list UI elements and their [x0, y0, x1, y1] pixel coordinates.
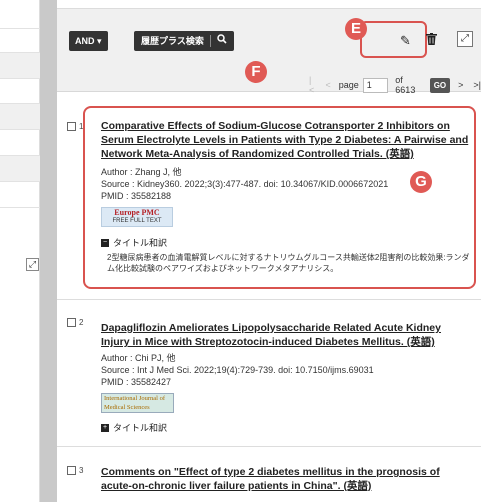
history-plus-search-button[interactable]: 履歴プラス検索	[134, 31, 234, 51]
expand-plus-icon: +	[101, 423, 109, 432]
first-page-button[interactable]: |<	[309, 75, 316, 95]
chevron-down-icon: ▾	[94, 36, 102, 46]
annotation-marker-e: E	[345, 18, 367, 40]
prev-page-button[interactable]: <	[325, 80, 330, 90]
pencil-icon[interactable]: ✎	[400, 33, 411, 49]
go-button[interactable]: GO	[429, 77, 451, 93]
results-toolbar: AND ▾ 履歴プラス検索 E ✎ ⤢ F |< < page 1 of 661…	[57, 0, 481, 95]
left-row	[0, 53, 40, 79]
ijms-fulltext-badge[interactable]: International Journal of Medical Science…	[101, 393, 174, 413]
translation-label: タイトル和訳	[113, 423, 168, 433]
panel-gutter	[40, 0, 57, 502]
result-checkbox[interactable]	[67, 122, 76, 131]
badge-title: Europe PMC	[114, 208, 160, 217]
and-operator-button[interactable]: AND ▾	[69, 31, 108, 51]
result-number: 3	[79, 466, 84, 475]
title-translation-text: 2型糖尿病患者の血清電解質レベルに対するナトリウムグルコース共輸送体2阻害剤の比…	[107, 253, 470, 273]
result-source: Source : Kidney360. 2022;3(3):477-487. d…	[101, 179, 389, 189]
left-row	[0, 156, 40, 182]
badge-subtitle: Medical Sciences	[104, 404, 150, 411]
result-source: Source : Int J Med Sci. 2022;19(4):729-7…	[101, 365, 374, 375]
result-pmid: PMID : 35582188	[101, 191, 172, 201]
result-divider	[57, 446, 481, 447]
title-translation-toggle[interactable]: + タイトル和訳	[101, 421, 167, 434]
result-number: 2	[79, 318, 84, 327]
badge-title: International Journal of	[104, 395, 166, 402]
results-panel: AND ▾ 履歴プラス検索 E ✎ ⤢ F |< < page 1 of 661…	[57, 0, 481, 502]
left-row	[0, 79, 40, 104]
result-number: 1	[79, 122, 84, 131]
search-icon	[217, 31, 227, 51]
left-row	[0, 29, 40, 53]
result-title-link[interactable]: Dapagliflozin Ameliorates Lipopolysaccha…	[101, 321, 471, 349]
page-label: page	[338, 80, 359, 90]
title-translation-toggle[interactable]: − タイトル和訳	[101, 236, 167, 249]
badge-subtitle: FREE FULL TEXT	[112, 218, 162, 224]
left-panel: ⤢	[0, 0, 40, 502]
result-author: Author : Zhang J, 他	[101, 167, 182, 177]
result-checkbox[interactable]	[67, 466, 76, 475]
result-title-link[interactable]: Comparative Effects of Sodium-Glucose Co…	[101, 119, 471, 161]
annotation-marker-g: G	[410, 171, 432, 193]
translation-label: タイトル和訳	[113, 238, 168, 248]
next-page-button[interactable]: >	[458, 80, 463, 90]
europe-pmc-badge[interactable]: Europe PMC FREE FULL TEXT	[101, 207, 173, 227]
expand-icon[interactable]: ⤢	[26, 258, 39, 271]
last-page-button[interactable]: >|	[473, 80, 481, 90]
edit-highlight-box	[360, 21, 427, 58]
and-label: AND	[75, 36, 95, 46]
annotation-marker-f: F	[245, 61, 267, 83]
trash-icon[interactable]	[426, 33, 437, 48]
left-row	[0, 130, 40, 156]
top-strip	[57, 0, 481, 9]
result-title-link[interactable]: Comments on "Effect of type 2 diabetes m…	[101, 465, 471, 493]
left-row	[0, 104, 40, 130]
page-number-input[interactable]: 1	[362, 77, 389, 93]
pagination: |< < page 1 of 6613 GO > >|	[309, 75, 481, 95]
divider	[209, 35, 211, 47]
result-pmid: PMID : 35582427	[101, 377, 172, 387]
result-checkbox[interactable]	[67, 318, 76, 327]
fullscreen-icon[interactable]: ⤢	[457, 31, 473, 47]
result-divider	[57, 299, 481, 300]
result-author: Author : Chi PJ, 他	[101, 353, 176, 363]
page-total: of 6613	[395, 75, 416, 95]
left-row	[0, 9, 40, 29]
history-plus-search-label: 履歴プラス検索	[141, 36, 204, 46]
collapse-icon: −	[101, 238, 109, 247]
left-row	[0, 182, 40, 208]
